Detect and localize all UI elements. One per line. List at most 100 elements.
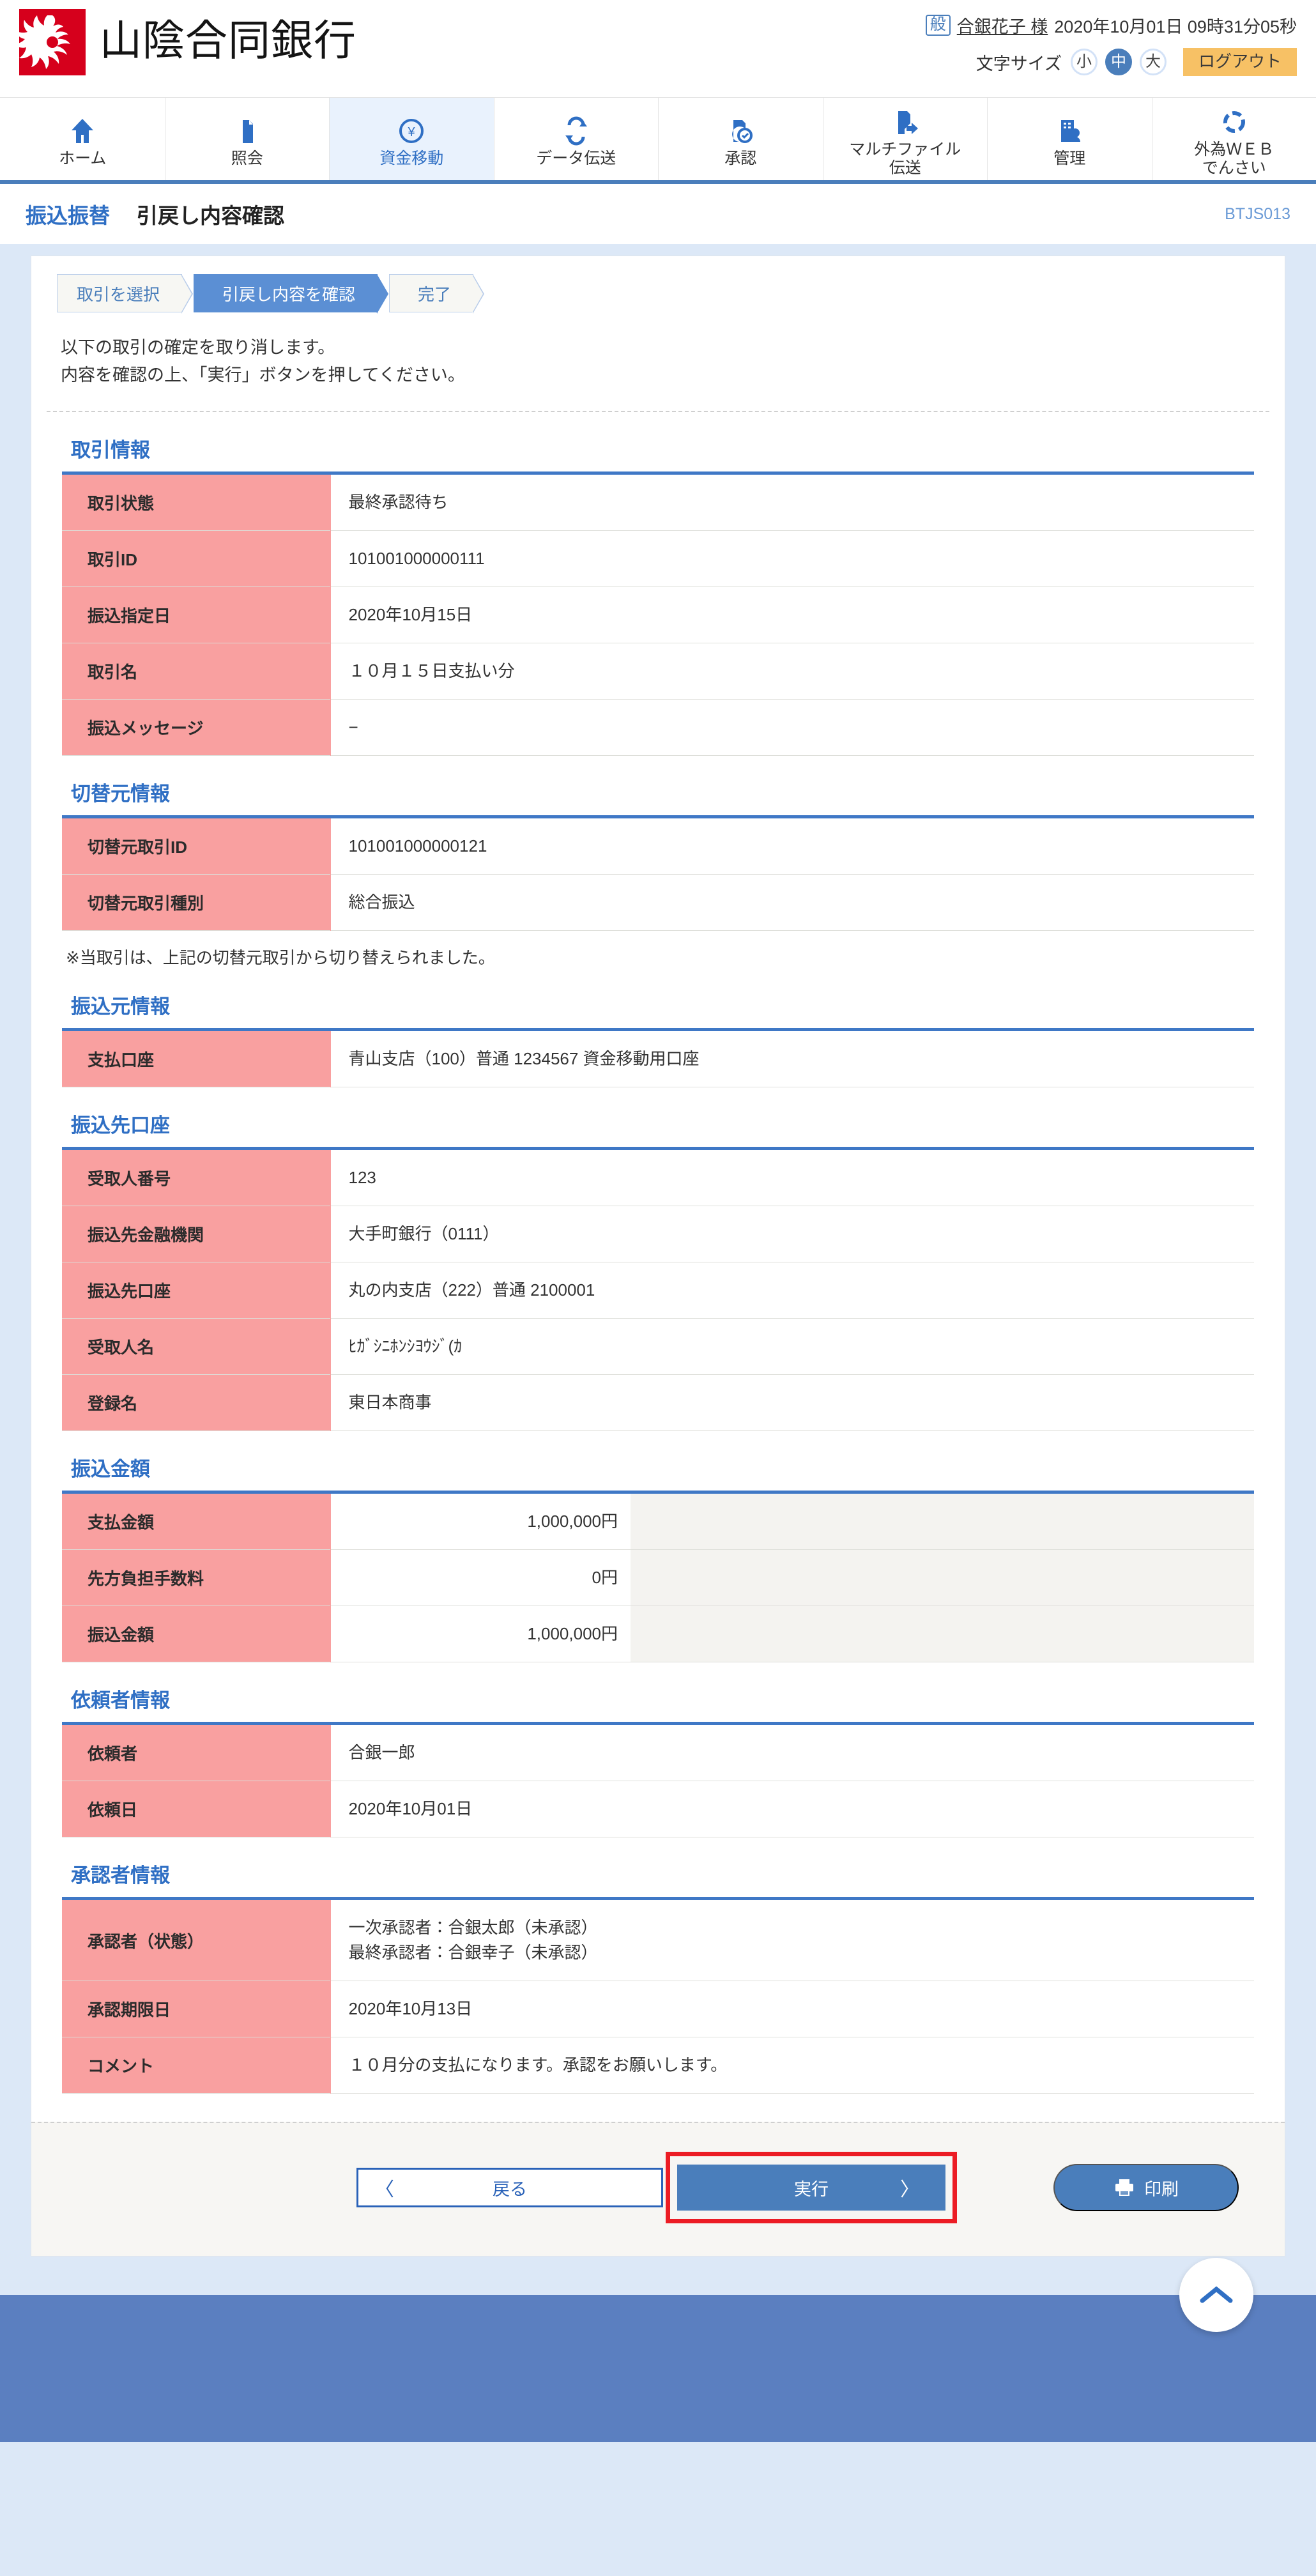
- table-row: 支払金額 1,000,000円: [62, 1492, 1254, 1550]
- row-label: 取引名: [62, 643, 331, 700]
- table-row: 振込先金融機関 大手町銀行（0111）: [62, 1206, 1254, 1262]
- switch-source-note: ※当取引は、上記の切替元取引から切り替えられました。: [66, 948, 495, 968]
- font-size-large-button[interactable]: 大: [1139, 49, 1167, 75]
- table-row: 切替元取引ID 101001000000121: [62, 816, 1254, 875]
- row-value: 合銀一郎: [330, 1723, 1254, 1781]
- row-value: 総合振込: [330, 874, 1254, 931]
- row-value: ﾋｶﾞｼﾆﾎﾝｼﾖｳｼﾞ(ｶ: [330, 1318, 1254, 1375]
- row-label: 振込メッセージ: [62, 699, 331, 756]
- row-value: 1,000,000円: [330, 1606, 631, 1662]
- row-value: 最終承認待ち: [330, 473, 1254, 531]
- nav-item-transfer[interactable]: ¥ 資金移動: [330, 98, 494, 180]
- approver-info-table: 承認者（状態） 一次承認者：合銀太郎（未承認） 最終承認者：合銀幸子（未承認） …: [62, 1897, 1254, 2094]
- inquiry-icon: [233, 115, 262, 146]
- row-value: 123: [330, 1148, 1254, 1206]
- section-source-account-info: 振込元情報 支払口座 青山支店（100）普通 1234567 資金移動用口座: [31, 990, 1285, 1087]
- section-heading: 切替元情報: [71, 783, 170, 806]
- requester-info-table: 依頼者 合銀一郎 依頼日 2020年10月01日: [62, 1722, 1254, 1837]
- section-transfer-amount: 振込金額 支払金額 1,000,000円 先方負担手数料 0円 振込金額 1,0…: [31, 1453, 1285, 1662]
- header-user-area: 般 合銀花子 様 2020年10月01日 09時31分05秒 文字サイズ 小 中…: [925, 9, 1297, 76]
- row-label: 支払金額: [62, 1492, 331, 1550]
- amount-filler-cell: [631, 1606, 1254, 1662]
- table-row: 依頼日 2020年10月01日: [62, 1781, 1254, 1837]
- print-button-label: 印刷: [1144, 2179, 1179, 2199]
- back-button-label: 戻る: [493, 2179, 527, 2199]
- table-row: 支払口座 青山支店（100）普通 1234567 資金移動用口座: [62, 1029, 1254, 1087]
- section-divider: [47, 411, 1269, 413]
- nav-label-transfer: 資金移動: [379, 150, 444, 168]
- bank-brand[interactable]: 山陰合同銀行: [19, 9, 356, 75]
- table-row: 受取人番号 123: [62, 1148, 1254, 1206]
- category-title: 振込振替: [26, 204, 110, 227]
- nav-item-management[interactable]: 管理: [988, 98, 1152, 180]
- step-complete: 完了: [389, 274, 485, 314]
- instruction-line-1: 以下の取引の確定を取り消します。: [61, 338, 335, 357]
- section-transaction-info: 取引情報 取引状態 最終承認待ち 取引ID 101001000000111 振込…: [31, 434, 1285, 756]
- row-label: コメント: [62, 2037, 331, 2094]
- printer-icon: [1113, 2178, 1135, 2197]
- font-size-small-button[interactable]: 小: [1070, 49, 1098, 75]
- destination-account-table: 受取人番号 123 振込先金融機関 大手町銀行（0111） 振込先口座 丸の内支…: [62, 1147, 1254, 1431]
- step-indicator: 取引を選択 引戻し内容を確認 完了: [31, 256, 1285, 314]
- font-size-label: 文字サイズ: [976, 54, 1062, 73]
- row-value: 1,000,000円: [330, 1492, 631, 1550]
- login-timestamp: 2020年10月01日 09時31分05秒: [1054, 17, 1297, 36]
- nav-item-multifile[interactable]: マルチファイル 伝送: [823, 98, 988, 180]
- transfer-amount-table: 支払金額 1,000,000円 先方負担手数料 0円 振込金額 1,000,00…: [62, 1491, 1254, 1662]
- section-heading: 振込金額: [71, 1458, 150, 1481]
- step-confirm-withdrawal: 引戻し内容を確認: [194, 274, 389, 314]
- section-requester-info: 依頼者情報 依頼者 合銀一郎 依頼日 2020年10月01日: [31, 1684, 1285, 1837]
- row-label: 取引ID: [62, 530, 331, 587]
- nav-item-home[interactable]: ホーム: [0, 98, 165, 180]
- amount-filler-cell: [631, 1492, 1254, 1550]
- header-top-row: 山陰合同銀行 般 合銀花子 様 2020年10月01日 09時31分05秒 文字…: [0, 0, 1316, 97]
- row-value: 大手町銀行（0111）: [330, 1206, 1254, 1262]
- page-header: 山陰合同銀行 般 合銀花子 様 2020年10月01日 09時31分05秒 文字…: [0, 0, 1316, 180]
- execute-button[interactable]: 実行 〉: [677, 2165, 945, 2211]
- chevron-left-icon: 〈: [375, 2179, 394, 2201]
- nav-item-inquiry[interactable]: 照会: [165, 98, 330, 180]
- approval-icon: [726, 115, 755, 146]
- print-button[interactable]: 印刷: [1053, 2164, 1239, 2212]
- table-row: 取引名 １０月１５日支払い分: [62, 643, 1254, 700]
- nav-item-forex-web[interactable]: 外為ＷＥＢ でんさい: [1152, 98, 1316, 180]
- back-button[interactable]: 〈 戻る: [356, 2168, 663, 2208]
- row-label: 振込先口座: [62, 1262, 331, 1319]
- nav-label-data-transmission: データ伝送: [536, 150, 616, 168]
- nav-label-inquiry: 照会: [231, 150, 263, 168]
- execute-button-label: 実行: [794, 2179, 829, 2199]
- home-icon: [68, 115, 97, 146]
- instruction-text: 以下の取引の確定を取り消します。 内容を確認の上、「実行」ボタンを押してください…: [31, 312, 1285, 389]
- user-type-badge: 般: [925, 15, 951, 36]
- switch-source-table: 切替元取引ID 101001000000121 切替元取引種別 総合振込: [62, 815, 1254, 931]
- step-select-transaction[interactable]: 取引を選択: [57, 274, 194, 314]
- table-row: 承認期限日 2020年10月13日: [62, 1981, 1254, 2037]
- scroll-to-top-button[interactable]: [1179, 2258, 1253, 2333]
- row-label: 切替元取引ID: [62, 816, 331, 875]
- svg-text:¥: ¥: [408, 125, 416, 139]
- page-footer: [0, 2258, 1316, 2442]
- row-value: 2020年10月01日: [330, 1781, 1254, 1837]
- nav-item-data-transmission[interactable]: データ伝送: [494, 98, 659, 180]
- logout-button[interactable]: ログアウト: [1182, 48, 1297, 76]
- table-row: 先方負担手数料 0円: [62, 1549, 1254, 1606]
- row-label: 依頼者: [62, 1723, 331, 1781]
- action-button-bar: 〈 戻る 実行 〉 印刷: [31, 2122, 1285, 2257]
- table-row: 取引ID 101001000000111: [62, 530, 1254, 587]
- instruction-line-2: 内容を確認の上、「実行」ボタンを押してください。: [61, 365, 465, 385]
- table-row: 振込金額 1,000,000円: [62, 1606, 1254, 1662]
- user-info-line: 般 合銀花子 様 2020年10月01日 09時31分05秒: [925, 13, 1297, 38]
- row-value: 東日本商事: [330, 1374, 1254, 1431]
- row-value: 101001000000121: [330, 816, 1254, 875]
- row-label: 受取人番号: [62, 1148, 331, 1206]
- section-approver-info: 承認者情報 承認者（状態） 一次承認者：合銀太郎（未承認） 最終承認者：合銀幸子…: [31, 1859, 1285, 2094]
- execute-button-wrapper: 実行 〉: [666, 2152, 957, 2224]
- nav-item-approval[interactable]: 承認: [659, 98, 823, 180]
- page-title: 引戻し内容確認: [137, 204, 284, 227]
- font-size-control: 文字サイズ 小 中 大 ログアウト: [926, 48, 1297, 76]
- chevron-up-icon: [1198, 2284, 1234, 2306]
- data-transmission-icon: [562, 115, 591, 146]
- nav-label-approval: 承認: [724, 150, 757, 168]
- font-size-medium-button[interactable]: 中: [1105, 49, 1132, 75]
- table-row: 取引状態 最終承認待ち: [62, 473, 1254, 531]
